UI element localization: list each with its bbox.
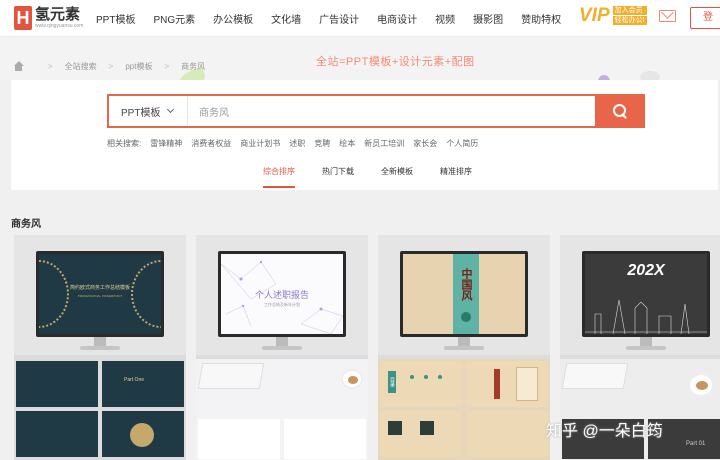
slide-subtitle: 工作总结及新年计划	[264, 302, 300, 307]
search-category-value: PPT模板	[121, 107, 161, 119]
slide-part-label: Part One	[124, 377, 145, 383]
top-nav: H 氢元素 www.qingyuansu.com PPT模板 PNG元素 办公模…	[0, 0, 720, 37]
search-input[interactable]	[188, 96, 595, 126]
banner-slogan: 全站=PPT模板+设计元素+配图	[316, 56, 475, 68]
tab-sort-newest[interactable]: 全新模板	[381, 166, 413, 188]
monitor-preview: 中国风	[400, 251, 528, 337]
breadcrumb-item[interactable]: ppt模板	[125, 61, 152, 72]
chevron-down-icon	[167, 105, 175, 114]
template-thumbnails	[196, 359, 368, 460]
breadcrumb-item[interactable]: 全站搜索	[65, 61, 97, 72]
template-thumbnails: Part One	[14, 359, 186, 460]
banner: 全站=PPT模板+设计元素+配图	[0, 37, 720, 94]
sort-tabs: 综合排序 热门下载 全新模板 精准排序	[263, 166, 499, 188]
slide-preview: 中国风	[403, 254, 525, 334]
vip-banner[interactable]: VIP 加入会员 轻松办公!	[579, 5, 647, 27]
template-card[interactable]: 中国风 目录	[378, 235, 550, 460]
logo-url: www.qingyuansu.com	[35, 23, 84, 29]
slide-preview: 个人述职报告 工作总结及新年计划	[221, 254, 343, 334]
slide-preview: 简约欧式商务工作总结模板 PROFESSIONAL POWERPOINT	[39, 254, 161, 334]
skyline-sketch-graphic	[585, 299, 707, 334]
related-item[interactable]: 竞聘	[314, 138, 330, 149]
related-item[interactable]: 雷锋精神	[150, 138, 182, 149]
monitor-preview: 个人述职报告 工作总结及新年计划	[218, 251, 346, 337]
mail-icon[interactable]	[659, 10, 676, 22]
related-item[interactable]: 家长会	[413, 138, 437, 149]
page: H 氢元素 www.qingyuansu.com PPT模板 PNG元素 办公模…	[0, 0, 720, 460]
nav-item-culture-wall[interactable]: 文化墙	[271, 11, 301, 26]
template-thumbnails: Part 01	[560, 359, 720, 460]
category-title: 商务风	[11, 219, 41, 230]
vip-label: VIP	[579, 5, 610, 26]
watermark: 知乎 @一朵白筠	[546, 423, 663, 440]
monitor-preview: 202X	[582, 251, 710, 337]
slide-toc-label: 目录	[388, 371, 396, 393]
related-label: 相关搜索:	[107, 139, 142, 148]
slide-part-label: Part 01	[686, 441, 706, 447]
tab-sort-comprehensive[interactable]: 综合排序	[263, 166, 295, 188]
nav-menu: PPT模板 PNG元素 办公模板 文化墙 广告设计 电商设计 视频 摄影图 赞助…	[96, 11, 579, 26]
slide-title: 202X	[627, 262, 665, 279]
monitor-preview: 简约欧式商务工作总结模板 PROFESSIONAL POWERPOINT	[36, 251, 164, 337]
slide-subtitle: PROFESSIONAL POWERPOINT	[77, 294, 123, 298]
keyboard-graphic	[197, 363, 265, 389]
nav-item-video[interactable]: 视频	[435, 11, 455, 26]
coffee-cup-graphic	[688, 373, 714, 397]
search-icon	[613, 104, 627, 118]
vip-line2: 轻松办公!	[612, 16, 647, 25]
site-logo[interactable]: H 氢元素 www.qingyuansu.com	[14, 6, 86, 30]
related-item[interactable]: 消费者权益	[191, 138, 231, 149]
nav-item-ad-design[interactable]: 广告设计	[319, 11, 359, 26]
keyboard-graphic	[561, 363, 629, 389]
slide-title: 中国风	[460, 268, 472, 301]
related-item[interactable]: 新员工培训	[364, 138, 404, 149]
related-item[interactable]: 商业计划书	[240, 138, 280, 149]
nav-item-ppt[interactable]: PPT模板	[96, 11, 135, 26]
nav-item-office[interactable]: 办公模板	[213, 11, 253, 26]
nav-item-png[interactable]: PNG元素	[153, 11, 195, 26]
search-button[interactable]	[595, 94, 645, 128]
slide-title: 简约欧式商务工作总结模板	[69, 285, 130, 291]
coffee-cup-graphic	[341, 369, 363, 389]
related-item[interactable]: 个人简历	[446, 138, 478, 149]
slide-preview: 202X	[585, 254, 707, 334]
login-button[interactable]: 登	[690, 7, 720, 29]
template-card[interactable]: 个人述职报告 工作总结及新年计划	[196, 235, 368, 460]
search-category-select[interactable]: PPT模板	[109, 96, 188, 126]
template-card[interactable]: 简约欧式商务工作总结模板 PROFESSIONAL POWERPOINT Par…	[14, 235, 186, 460]
breadcrumb: > 全站搜索 > ppt模板 > 商务风	[13, 60, 206, 72]
related-searches: 相关搜索: 雷锋精神 消费者权益 商业计划书 述职 竞聘 绘本 新员工培训 家长…	[107, 138, 487, 149]
nav-item-ecommerce[interactable]: 电商设计	[377, 11, 417, 26]
tab-sort-precise[interactable]: 精准排序	[440, 166, 472, 188]
home-icon[interactable]	[13, 60, 24, 72]
breadcrumb-current: 商务风	[181, 62, 206, 71]
slide-title: 个人述职报告	[254, 290, 309, 300]
search-panel: PPT模板 相关搜索: 雷锋精神 消费者权益 商业计划书 述职 竞聘 绘本 新员…	[11, 80, 718, 190]
nav-item-sponsor[interactable]: 赞助特权	[521, 11, 561, 26]
logo-mark: H	[14, 6, 32, 30]
search-box: PPT模板	[107, 94, 645, 128]
related-item[interactable]: 述职	[289, 138, 305, 149]
template-thumbnails: 目录	[378, 359, 550, 460]
nav-item-photo[interactable]: 摄影图	[473, 11, 503, 26]
logo-name: 氢元素	[35, 6, 81, 23]
tab-sort-popular[interactable]: 热门下载	[322, 166, 354, 188]
related-item[interactable]: 绘本	[339, 138, 355, 149]
vip-line1: 加入会员	[612, 6, 647, 15]
